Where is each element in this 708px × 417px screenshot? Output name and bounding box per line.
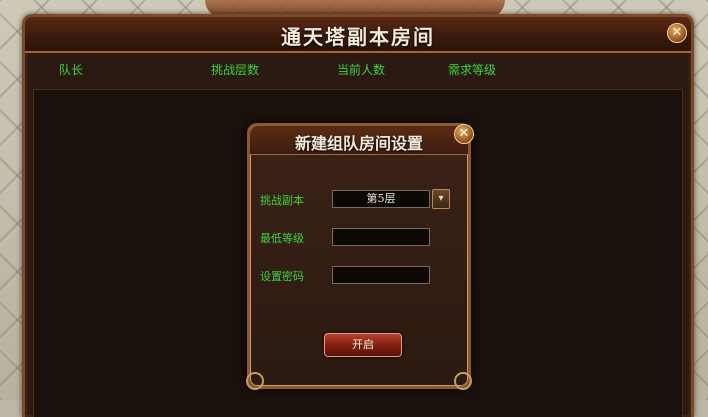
corner-ornament [246, 372, 264, 390]
password-label: 设置密码 [260, 270, 304, 283]
dialog-title-bar: 新建组队房间设置 [250, 126, 468, 155]
column-header-level[interactable]: 需求等级 [448, 61, 496, 78]
start-button[interactable]: 开启 [324, 333, 402, 357]
corner-ornament [454, 372, 472, 390]
main-window-title: 通天塔副本房间 [281, 25, 435, 49]
dialog-title: 新建组队房间设置 [294, 134, 423, 153]
dialog-close-button[interactable]: ✕ [454, 124, 474, 144]
dungeon-dropdown-button[interactable]: ▾ [432, 189, 450, 209]
close-icon: ✕ [458, 126, 470, 141]
column-header-floor[interactable]: 挑战层数 [211, 61, 259, 78]
create-room-dialog: 新建组队房间设置 ✕ 挑战副本 第5层 ▾ 最低等级 设置密码 开启 [246, 123, 474, 390]
column-header-players[interactable]: 当前人数 [337, 61, 385, 78]
close-icon: ✕ [671, 25, 683, 40]
main-close-button[interactable]: ✕ [667, 23, 687, 43]
min-level-input[interactable] [332, 228, 430, 246]
dungeon-label: 挑战副本 [260, 194, 304, 207]
column-header-leader[interactable]: 队长 [59, 61, 83, 78]
dungeon-select[interactable]: 第5层 [332, 190, 430, 208]
chevron-down-icon: ▾ [438, 193, 444, 204]
password-input[interactable] [332, 266, 430, 284]
room-list-header: 队长 挑战层数 当前人数 需求等级 [25, 55, 691, 81]
main-title-bar: 通天塔副本房间 ✕ [25, 17, 691, 53]
min-level-label: 最低等级 [260, 232, 304, 245]
